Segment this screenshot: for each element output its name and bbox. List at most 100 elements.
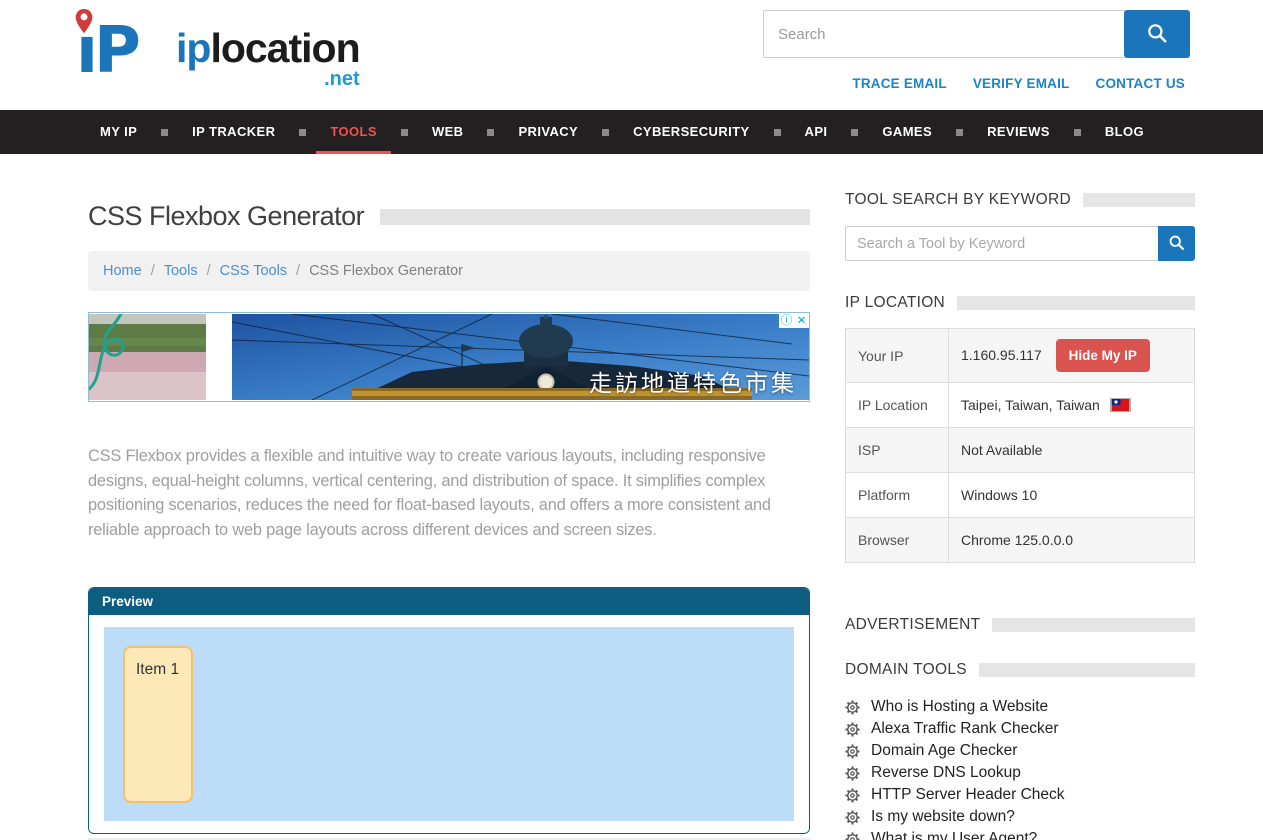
nav-item-games[interactable]: GAMES bbox=[868, 110, 946, 154]
nav-separator bbox=[1074, 129, 1081, 136]
nav-item-my-ip[interactable]: MY IP bbox=[86, 110, 151, 154]
breadcrumb: Home / Tools / CSS Tools / CSS Flexbox G… bbox=[88, 251, 810, 291]
domain-tool-label: Reverse DNS Lookup bbox=[871, 764, 1021, 782]
nav-separator bbox=[602, 129, 609, 136]
isp-value: Not Available bbox=[949, 428, 1195, 473]
domain-tool-item[interactable]: Alexa Traffic Rank Checker bbox=[845, 718, 1195, 740]
row-label: Your IP bbox=[846, 329, 949, 383]
tool-search-input[interactable] bbox=[845, 226, 1158, 261]
header-search-input[interactable] bbox=[763, 10, 1124, 58]
nav-item-web[interactable]: WEB bbox=[418, 110, 478, 154]
nav-item-privacy[interactable]: PRIVACY bbox=[504, 110, 592, 154]
gear-icon bbox=[845, 788, 860, 803]
table-row: IP Location Taipei, Taiwan, Taiwan bbox=[846, 383, 1195, 428]
nav-separator bbox=[299, 129, 306, 136]
table-row: Your IP 1.160.95.117 Hide My IP bbox=[846, 329, 1195, 383]
tool-search-heading: TOOL SEARCH BY KEYWORD bbox=[845, 191, 1071, 209]
platform-value: Windows 10 bbox=[949, 473, 1195, 518]
domain-tool-item[interactable]: Reverse DNS Lookup bbox=[845, 762, 1195, 784]
ad-choice-icons: ⓘ ✕ bbox=[779, 313, 809, 328]
nav-item-api[interactable]: API bbox=[791, 110, 842, 154]
search-icon bbox=[1146, 22, 1168, 47]
nav-separator bbox=[774, 129, 781, 136]
gear-icon bbox=[845, 744, 860, 759]
ad-info-icon[interactable]: ⓘ bbox=[779, 313, 794, 328]
ip-location-heading: IP LOCATION bbox=[845, 294, 945, 312]
domain-tool-item[interactable]: Domain Age Checker bbox=[845, 740, 1195, 762]
breadcrumb-css-tools[interactable]: CSS Tools bbox=[220, 263, 287, 279]
ad-headline-text: 走訪地道特色市集 bbox=[589, 364, 797, 398]
site-header: ıP iplocation .net TRACE EMA bbox=[0, 0, 1263, 110]
row-label: IP Location bbox=[846, 383, 949, 428]
row-label: ISP bbox=[846, 428, 949, 473]
domain-tool-item[interactable]: Is my website down? bbox=[845, 806, 1195, 828]
taiwan-flag-icon bbox=[1110, 398, 1131, 412]
main-area: CSS Flexbox Generator Home / Tools / CSS… bbox=[0, 154, 1263, 840]
domain-tool-label: Who is Hosting a Website bbox=[871, 698, 1048, 716]
title-decoration-bar bbox=[380, 209, 810, 225]
logo-word-tld: .net bbox=[176, 69, 360, 89]
nav-item-ip-tracker[interactable]: IP TRACKER bbox=[178, 110, 289, 154]
row-value-cell: 1.160.95.117 Hide My IP bbox=[949, 329, 1195, 383]
advertisement-heading-row: ADVERTISEMENT bbox=[845, 616, 1195, 634]
domain-tool-label: What is my User Agent? bbox=[871, 830, 1037, 840]
hide-my-ip-button[interactable]: Hide My IP bbox=[1056, 339, 1150, 372]
heading-decoration-bar bbox=[1083, 193, 1195, 207]
ip-location-heading-row: IP LOCATION bbox=[845, 294, 1195, 312]
search-icon bbox=[1168, 234, 1185, 254]
row-value-cell: Taipei, Taiwan, Taiwan bbox=[949, 383, 1195, 428]
logo-word-location: location bbox=[210, 25, 359, 71]
contact-us-link[interactable]: CONTACT US bbox=[1096, 76, 1186, 91]
ad-close-icon[interactable]: ✕ bbox=[794, 313, 809, 328]
heading-decoration-bar bbox=[957, 296, 1195, 310]
verify-email-link[interactable]: VERIFY EMAIL bbox=[973, 76, 1070, 91]
tool-description: CSS Flexbox provides a flexible and intu… bbox=[88, 444, 810, 542]
preview-card-header: Preview bbox=[89, 588, 809, 615]
breadcrumb-tools[interactable]: Tools bbox=[164, 263, 198, 279]
breadcrumb-home[interactable]: Home bbox=[103, 263, 142, 279]
advertisement-heading: ADVERTISEMENT bbox=[845, 616, 980, 634]
content-column: CSS Flexbox Generator Home / Tools / CSS… bbox=[88, 154, 810, 840]
nav-separator bbox=[161, 129, 168, 136]
sidebar: TOOL SEARCH BY KEYWORD IP LOCATION bbox=[845, 154, 1195, 840]
ad-banner[interactable]: 走訪地道特色市集 ⓘ ✕ bbox=[88, 312, 810, 402]
page-title: CSS Flexbox Generator bbox=[88, 201, 364, 232]
heading-decoration-bar bbox=[979, 663, 1195, 677]
header-search bbox=[763, 10, 1190, 58]
domain-tool-item[interactable]: Who is Hosting a Website bbox=[845, 696, 1195, 718]
row-label: Browser bbox=[846, 518, 949, 563]
domain-tool-item[interactable]: HTTP Server Header Check bbox=[845, 784, 1195, 806]
domain-tool-label: HTTP Server Header Check bbox=[871, 786, 1065, 804]
site-logo[interactable]: ıP iplocation .net bbox=[76, 8, 360, 90]
preview-card: Preview Item 1 bbox=[88, 587, 810, 834]
gear-icon bbox=[845, 810, 860, 825]
gear-icon bbox=[845, 700, 860, 715]
browser-value: Chrome 125.0.0.0 bbox=[949, 518, 1195, 563]
nav-item-tools[interactable]: TOOLS bbox=[316, 110, 391, 154]
location-pin-icon bbox=[74, 8, 94, 40]
gear-icon bbox=[845, 722, 860, 737]
breadcrumb-separator: / bbox=[151, 263, 155, 279]
domain-tool-label: Alexa Traffic Rank Checker bbox=[871, 720, 1059, 738]
logo-wordmark: iplocation .net bbox=[176, 28, 360, 90]
tool-search-heading-row: TOOL SEARCH BY KEYWORD bbox=[845, 191, 1195, 209]
nav-item-blog[interactable]: BLOG bbox=[1091, 110, 1158, 154]
nav-item-cybersecurity[interactable]: CYBERSECURITY bbox=[619, 110, 763, 154]
row-label: Platform bbox=[846, 473, 949, 518]
nav-item-reviews[interactable]: REVIEWS bbox=[973, 110, 1064, 154]
tool-search-button[interactable] bbox=[1158, 226, 1195, 261]
table-row: Platform Windows 10 bbox=[846, 473, 1195, 518]
ad-thumbnail-image[interactable] bbox=[89, 314, 206, 400]
domain-tools-list: Who is Hosting a Website Alexa Traffic R… bbox=[845, 696, 1195, 840]
domain-tool-label: Is my website down? bbox=[871, 808, 1015, 826]
preview-card-body: Item 1 bbox=[89, 615, 809, 833]
table-row: ISP Not Available bbox=[846, 428, 1195, 473]
domain-tool-label: Domain Age Checker bbox=[871, 742, 1017, 760]
domain-tool-item[interactable]: What is my User Agent? bbox=[845, 828, 1195, 840]
ad-main-image[interactable]: 走訪地道特色市集 bbox=[232, 314, 809, 400]
nav-separator bbox=[401, 129, 408, 136]
nav-separator bbox=[956, 129, 963, 136]
tool-search bbox=[845, 226, 1195, 261]
header-search-button[interactable] bbox=[1124, 10, 1190, 58]
trace-email-link[interactable]: TRACE EMAIL bbox=[852, 76, 946, 91]
